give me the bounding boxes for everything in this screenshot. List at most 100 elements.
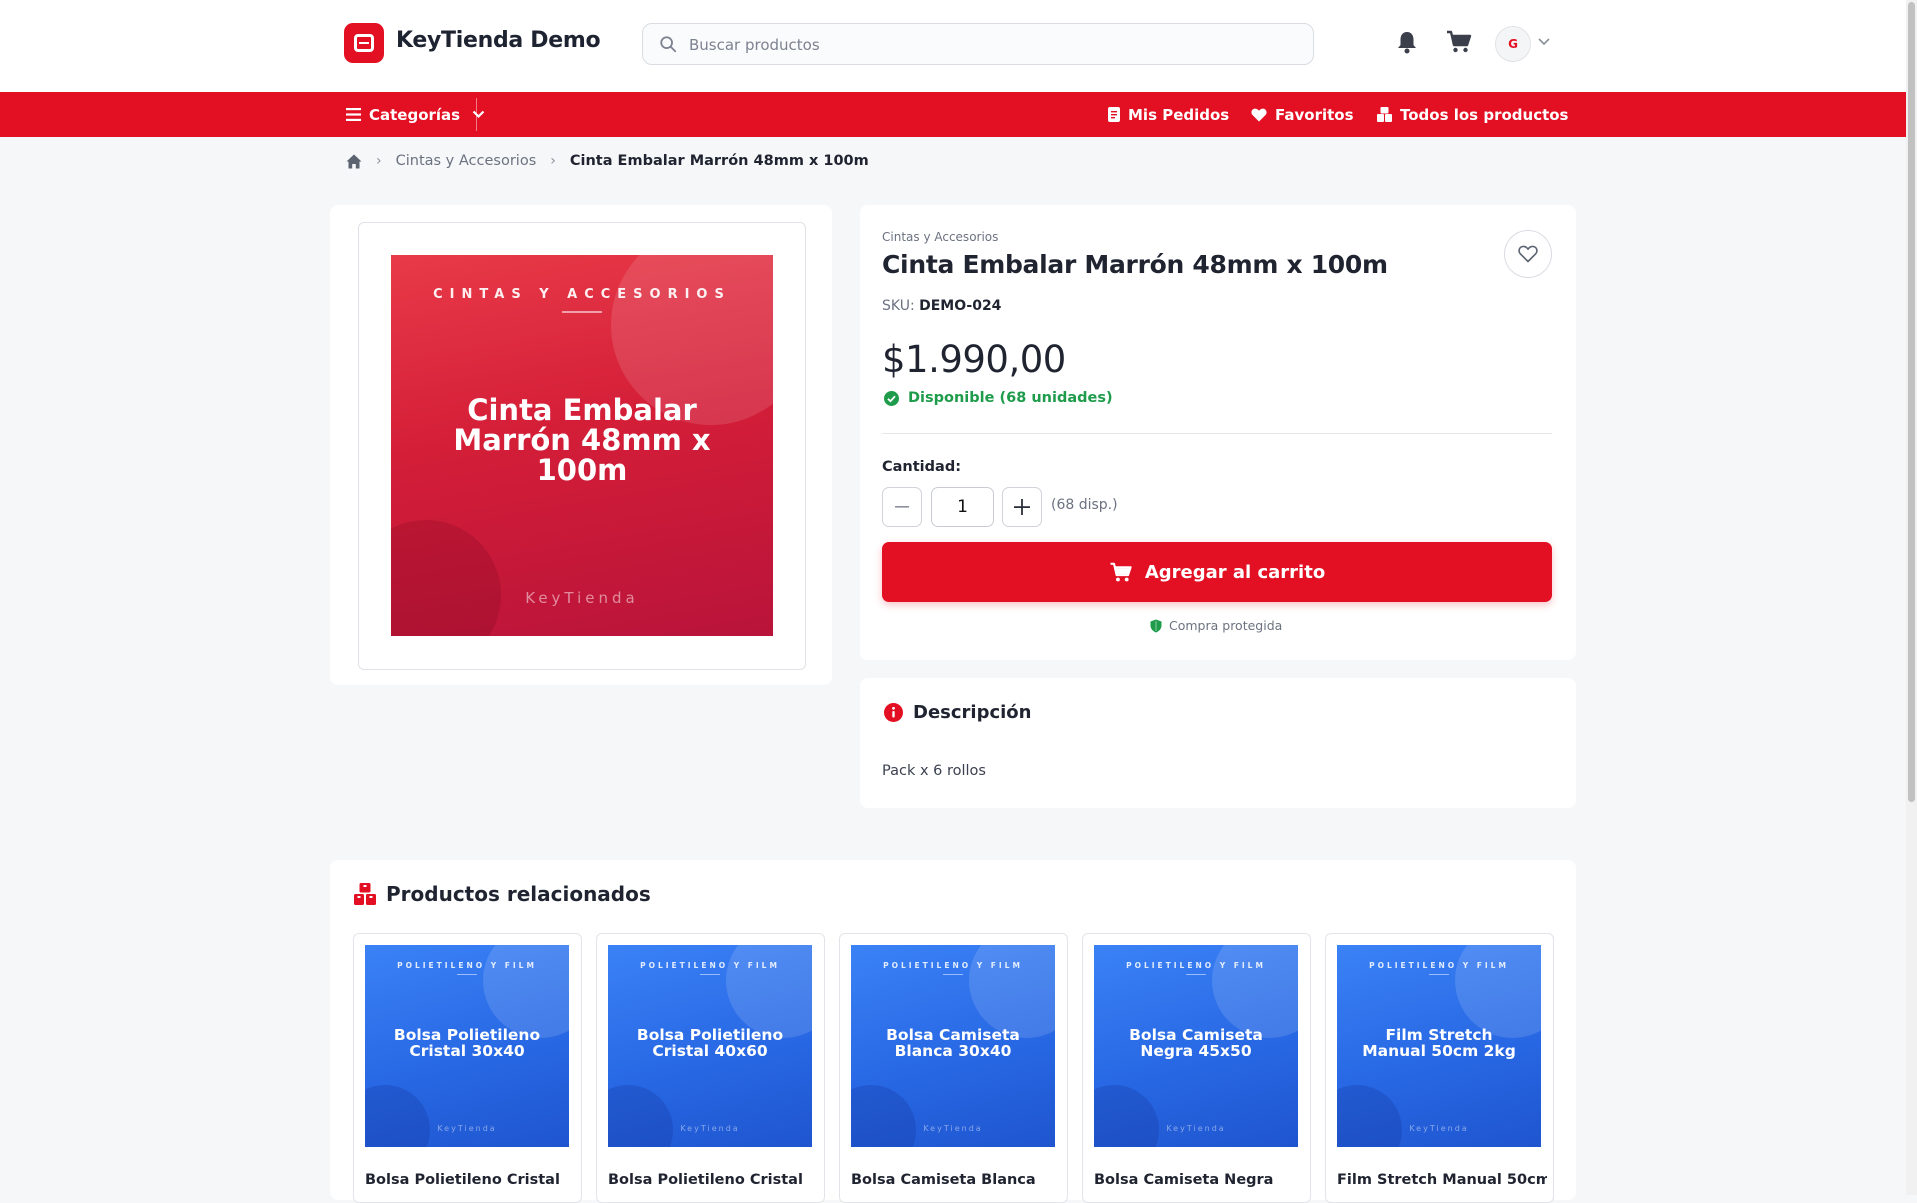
quantity-increase-button[interactable] xyxy=(1002,487,1042,527)
image-decoration xyxy=(726,945,812,1038)
related-product-card[interactable]: POLIETILENO Y FILM Bolsa Polietileno Cri… xyxy=(353,933,582,1203)
description-text: Pack x 6 rollos xyxy=(882,763,986,779)
nav-my-orders[interactable]: Mis Pedidos xyxy=(1108,92,1229,137)
related-image-watermark: KeyTienda xyxy=(437,1124,497,1133)
orders-icon xyxy=(1108,107,1120,122)
brand-name[interactable]: KeyTienda Demo xyxy=(396,28,601,53)
search-icon xyxy=(660,36,677,53)
related-heading-label: Productos relacionados xyxy=(386,882,651,906)
image-divider xyxy=(943,974,963,975)
image-divider xyxy=(562,311,602,313)
nav-my-orders-label: Mis Pedidos xyxy=(1128,105,1230,124)
related-product-image[interactable]: POLIETILENO Y FILM Bolsa Polietileno Cri… xyxy=(365,945,569,1147)
quantity-available: (68 disp.) xyxy=(1051,497,1118,513)
heart-icon xyxy=(1251,108,1267,121)
user-avatar[interactable]: G xyxy=(1495,26,1531,62)
related-product-image[interactable]: POLIETILENO Y FILM Bolsa Polietileno Cri… xyxy=(608,945,812,1147)
store-logo-icon[interactable] xyxy=(344,23,384,63)
image-category-caption: CINTAS Y ACCESORIOS xyxy=(433,287,731,302)
related-product-image[interactable]: POLIETILENO Y FILM Bolsa Camiseta Blanca… xyxy=(851,945,1055,1147)
chevron-down-icon[interactable] xyxy=(1538,38,1550,46)
image-decoration xyxy=(483,945,569,1038)
image-decoration xyxy=(1337,1085,1402,1147)
related-image-caption: POLIETILENO Y FILM xyxy=(1126,961,1266,970)
cart-icon[interactable] xyxy=(1446,30,1472,54)
breadcrumb: › Cintas y Accesorios › Cinta Embalar Ma… xyxy=(346,150,869,172)
image-decoration xyxy=(1094,1085,1159,1147)
related-product-name[interactable]: Bolsa Camiseta Negra xyxy=(1094,1172,1304,1188)
product-image[interactable]: CINTAS Y ACCESORIOS Cinta Embalar Marrón… xyxy=(391,255,773,636)
related-image-watermark: KeyTienda xyxy=(680,1124,740,1133)
related-product-card[interactable]: POLIETILENO Y FILM Bolsa Polietileno Cri… xyxy=(596,933,825,1203)
plus-icon xyxy=(1014,499,1030,515)
home-icon[interactable] xyxy=(346,154,362,169)
related-product-name[interactable]: Bolsa Camiseta Blanca xyxy=(851,1172,1061,1188)
related-product-card[interactable]: POLIETILENO Y FILM Bolsa Camiseta Negra … xyxy=(1082,933,1311,1203)
breadcrumb-category[interactable]: Cintas y Accesorios xyxy=(396,153,537,169)
nav-favorites-label: Favoritos xyxy=(1275,105,1354,124)
image-watermark: KeyTienda xyxy=(525,589,639,607)
related-image-caption: POLIETILENO Y FILM xyxy=(883,961,1023,970)
related-image-watermark: KeyTienda xyxy=(1166,1124,1226,1133)
sku-value: DEMO-024 xyxy=(919,298,1002,314)
related-image-title: Bolsa Camiseta Negra 45x50 xyxy=(1129,1026,1263,1060)
related-product-name[interactable]: Bolsa Polietileno Cristal xyxy=(365,1172,575,1188)
info-icon xyxy=(884,703,903,722)
protected-label: Compra protegida xyxy=(1169,618,1283,633)
favorite-button[interactable] xyxy=(1504,230,1552,278)
page-scrollbar[interactable] xyxy=(1906,0,1917,1195)
image-title: Cinta Embalar Marrón 48mm x 100m xyxy=(453,393,711,487)
nav-all-products[interactable]: Todos los productos xyxy=(1377,92,1569,137)
protected-purchase: Compra protegida xyxy=(1150,618,1282,633)
stock-status: Disponible (68 unidades) xyxy=(884,390,1113,406)
main-navbar: Categorías Mis Pedidos Favoritos Todos l… xyxy=(0,92,1906,137)
add-to-cart-label: Agregar al carrito xyxy=(1144,561,1326,583)
bell-icon[interactable] xyxy=(1396,30,1418,54)
boxes-icon xyxy=(354,883,376,905)
related-product-image[interactable]: POLIETILENO Y FILM Film Stretch Manual 5… xyxy=(1337,945,1541,1147)
image-divider xyxy=(457,974,477,975)
nav-divider xyxy=(476,98,477,131)
product-category[interactable]: Cintas y Accesorios xyxy=(882,230,998,244)
top-header: KeyTienda Demo G xyxy=(0,0,1906,92)
quantity-decrease-button[interactable] xyxy=(882,487,922,527)
product-sku: SKU: DEMO-024 xyxy=(882,298,1001,314)
image-decoration xyxy=(608,1085,673,1147)
categories-menu[interactable]: Categorías xyxy=(346,92,485,137)
menu-icon xyxy=(346,108,361,121)
quantity-label: Cantidad: xyxy=(882,459,961,475)
image-decoration xyxy=(391,520,501,636)
boxes-icon xyxy=(1377,107,1392,122)
chevron-right-icon: › xyxy=(550,153,556,169)
chevron-down-icon xyxy=(472,110,485,119)
product-title: Cinta Embalar Marrón 48mm x 100m xyxy=(882,250,1388,279)
related-image-title: Bolsa Polietileno Cristal 40x60 xyxy=(636,1026,784,1060)
related-product-card[interactable]: POLIETILENO Y FILM Bolsa Camiseta Blanca… xyxy=(839,933,1068,1203)
related-image-title: Bolsa Polietileno Cristal 30x40 xyxy=(393,1026,541,1060)
add-to-cart-button[interactable]: Agregar al carrito xyxy=(882,542,1552,602)
info-divider xyxy=(882,433,1552,434)
image-divider xyxy=(1186,974,1206,975)
search-input[interactable] xyxy=(687,33,1287,57)
breadcrumb-current: Cinta Embalar Marrón 48mm x 100m xyxy=(569,153,869,169)
check-circle-icon xyxy=(884,390,899,406)
related-product-card[interactable]: POLIETILENO Y FILM Film Stretch Manual 5… xyxy=(1325,933,1554,1203)
related-product-image[interactable]: POLIETILENO Y FILM Bolsa Camiseta Negra … xyxy=(1094,945,1298,1147)
image-decoration xyxy=(365,1085,430,1147)
product-price: $1.990,00 xyxy=(882,338,1066,381)
scrollbar-thumb[interactable] xyxy=(1908,2,1915,802)
shield-icon xyxy=(1150,619,1162,632)
related-product-name[interactable]: Bolsa Polietileno Cristal xyxy=(608,1172,818,1188)
nav-all-products-label: Todos los productos xyxy=(1400,105,1569,124)
quantity-input[interactable] xyxy=(931,487,994,527)
related-product-name[interactable]: Film Stretch Manual 50cm xyxy=(1337,1172,1547,1188)
search-bar[interactable] xyxy=(642,23,1314,65)
related-image-watermark: KeyTienda xyxy=(923,1124,983,1133)
minus-icon xyxy=(895,506,909,508)
description-heading-label: Descripción xyxy=(913,702,1032,723)
nav-favorites[interactable]: Favoritos xyxy=(1251,92,1354,137)
related-image-title: Film Stretch Manual 50cm 2kg xyxy=(1362,1026,1516,1060)
related-image-watermark: KeyTienda xyxy=(1409,1124,1469,1133)
image-decoration xyxy=(1455,945,1541,1038)
description-heading: Descripción xyxy=(884,702,1032,723)
